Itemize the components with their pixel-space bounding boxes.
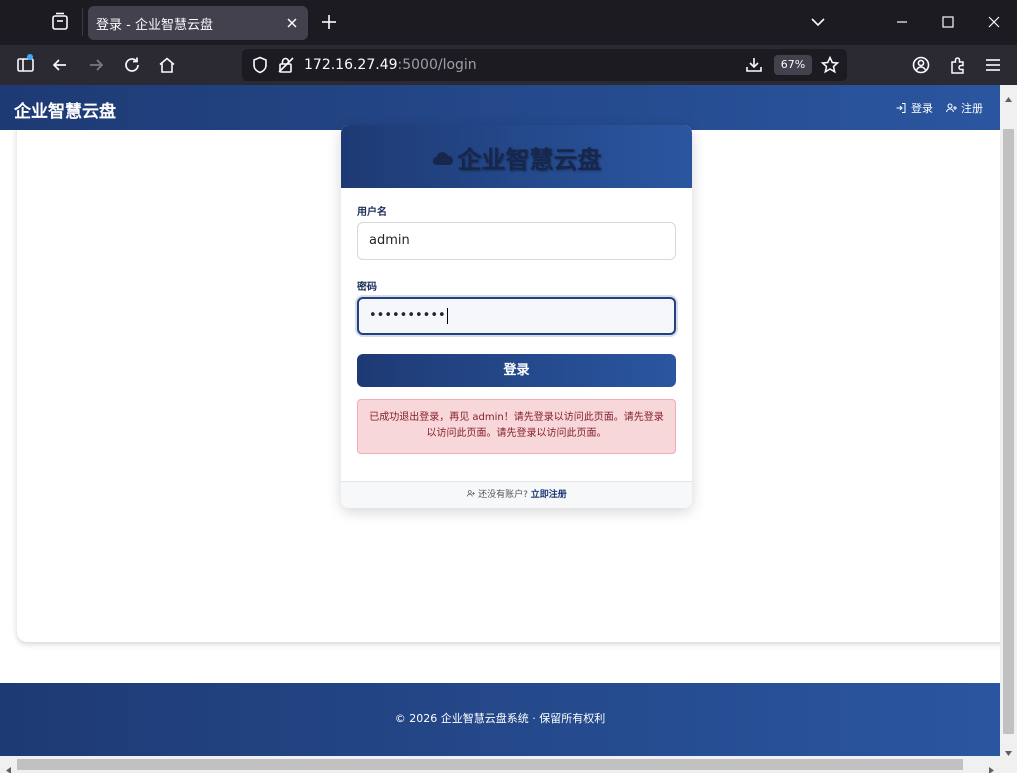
- back-icon[interactable]: [50, 55, 70, 75]
- url-host: 172.16.27.49: [304, 57, 398, 73]
- url-path: :5000/login: [397, 57, 477, 73]
- site-footer: © 2026 企业智慧云盘系统 · 保留所有权利: [0, 683, 1000, 756]
- login-submit-button[interactable]: 登录: [357, 354, 676, 387]
- scroll-left-arrow-icon[interactable]: [4, 760, 13, 773]
- login-card-footer: 还没有账户? 立即注册: [341, 481, 692, 508]
- bookmark-star-icon[interactable]: [820, 55, 840, 75]
- insecure-lock-icon[interactable]: [276, 55, 296, 75]
- active-tab[interactable]: 登录 - 企业智慧云盘: [88, 6, 308, 40]
- browser-toolbar: 172.16.27.49:5000/login 67%: [0, 45, 1017, 85]
- register-now-link[interactable]: 立即注册: [531, 490, 567, 500]
- login-title: 企业智慧云盘: [341, 140, 692, 175]
- header-register-link[interactable]: 注册: [945, 100, 983, 116]
- username-input[interactable]: admin: [357, 222, 676, 260]
- extensions-icon[interactable]: [948, 55, 968, 75]
- tab-separator: [82, 8, 83, 36]
- maximize-icon[interactable]: [938, 12, 958, 32]
- horizontal-scroll-thumb[interactable]: [17, 759, 963, 770]
- account-icon[interactable]: [911, 55, 931, 75]
- vertical-scroll-thumb[interactable]: [1003, 129, 1014, 734]
- login-card-header: 企业智慧云盘: [341, 125, 692, 188]
- download-icon[interactable]: [744, 55, 764, 75]
- header-login-link[interactable]: 登录: [895, 100, 933, 116]
- home-icon[interactable]: [157, 55, 177, 75]
- register-prompt: 还没有账户?: [478, 490, 528, 500]
- site-brand[interactable]: 企业智慧云盘: [14, 97, 116, 122]
- vertical-scrollbar[interactable]: [1000, 85, 1017, 756]
- url-text: 172.16.27.49:5000/login: [304, 57, 477, 73]
- reload-icon[interactable]: [122, 55, 142, 75]
- username-label: 用户名: [357, 207, 387, 218]
- notification-dot: [27, 54, 33, 60]
- page-viewport: 企业智慧云盘 登录 注册 企业智慧云盘 用户名 admin 密码 •••••••…: [0, 85, 1000, 756]
- password-label: 密码: [357, 282, 377, 293]
- close-tab-icon[interactable]: [284, 15, 300, 31]
- cloud-icon: [432, 151, 453, 165]
- tab-list-chevron-icon[interactable]: [808, 12, 828, 32]
- menu-icon[interactable]: [983, 55, 1003, 75]
- forward-icon[interactable]: [86, 55, 106, 75]
- close-window-icon[interactable]: [984, 12, 1004, 32]
- tracking-shield-icon[interactable]: [250, 55, 270, 75]
- user-plus-icon: [466, 490, 476, 497]
- sign-in-icon: [896, 103, 906, 113]
- password-input[interactable]: ••••••••••: [357, 297, 676, 335]
- minimize-icon[interactable]: [892, 12, 912, 32]
- text-caret: [446, 307, 448, 324]
- horizontal-scrollbar[interactable]: [0, 756, 1000, 773]
- address-bar[interactable]: 172.16.27.49:5000/login 67%: [242, 49, 847, 81]
- password-mask: ••••••••••: [369, 308, 446, 323]
- login-card: 企业智慧云盘 用户名 admin 密码 •••••••••• 登录 已成功退出登…: [341, 125, 692, 508]
- flash-alert: 已成功退出登录，再见 admin！请先登录以访问此页面。请先登录以访问此页面。请…: [357, 399, 676, 454]
- scroll-up-arrow-icon[interactable]: [1004, 89, 1013, 102]
- site-header: 企业智慧云盘 登录 注册: [0, 85, 1000, 130]
- new-tab-icon[interactable]: [320, 13, 338, 31]
- scrollbar-corner: [1000, 756, 1017, 773]
- user-plus-icon: [946, 103, 957, 113]
- login-title-text: 企业智慧云盘: [457, 146, 602, 174]
- browser-tab-bar: 登录 - 企业智慧云盘: [0, 0, 1017, 45]
- tab-title: 登录 - 企业智慧云盘: [96, 18, 213, 33]
- scroll-down-arrow-icon[interactable]: [1004, 743, 1013, 756]
- scroll-right-arrow-icon[interactable]: [987, 760, 996, 773]
- zoom-level-badge[interactable]: 67%: [774, 55, 812, 75]
- tab-overview-icon[interactable]: [48, 10, 72, 34]
- copyright-text: © 2026 企业智慧云盘系统 · 保留所有权利: [394, 712, 606, 725]
- sidebar-icon[interactable]: [16, 55, 36, 75]
- header-register-label: 注册: [961, 102, 983, 115]
- header-login-label: 登录: [911, 102, 933, 115]
